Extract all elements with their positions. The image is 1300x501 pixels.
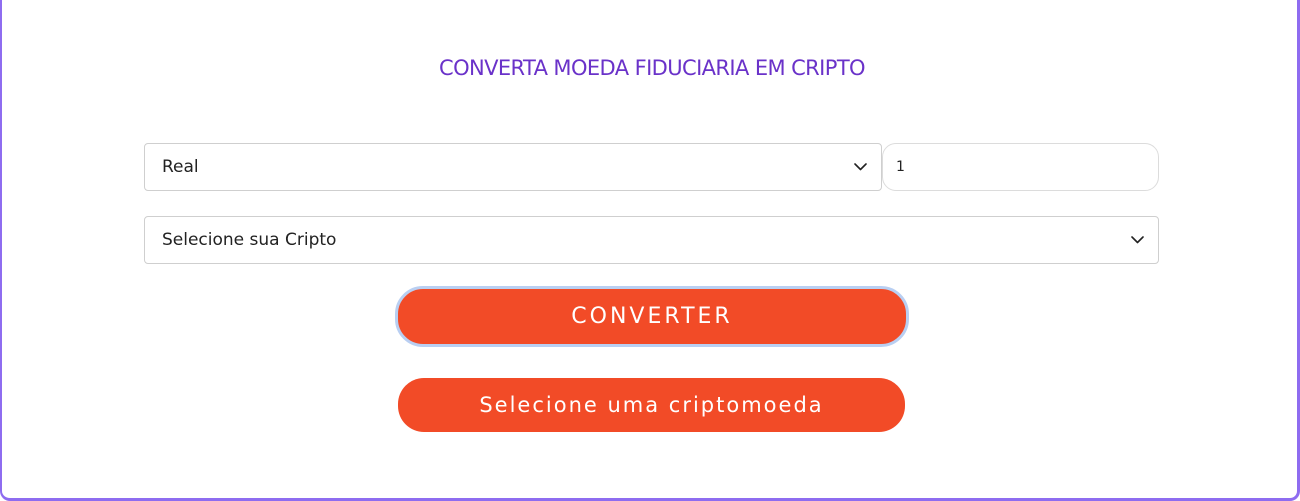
fiat-currency-select[interactable]: Real — [144, 143, 882, 191]
result-button[interactable]: Selecione uma criptomoeda — [398, 378, 905, 432]
crypto-selected-value: Selecione sua Cripto — [162, 230, 337, 250]
chevron-down-icon — [1131, 236, 1144, 244]
converter-card: CONVERTA MOEDA FIDUCIARIA EM CRIPTO Real… — [0, 0, 1300, 501]
chevron-down-icon — [854, 163, 867, 171]
convert-button[interactable]: CONVERTER — [395, 286, 909, 347]
page-title: CONVERTA MOEDA FIDUCIARIA EM CRIPTO — [439, 56, 866, 80]
amount-input[interactable] — [882, 143, 1159, 191]
crypto-select[interactable]: Selecione sua Cripto — [144, 216, 1159, 264]
fiat-currency-selected-value: Real — [162, 157, 199, 177]
